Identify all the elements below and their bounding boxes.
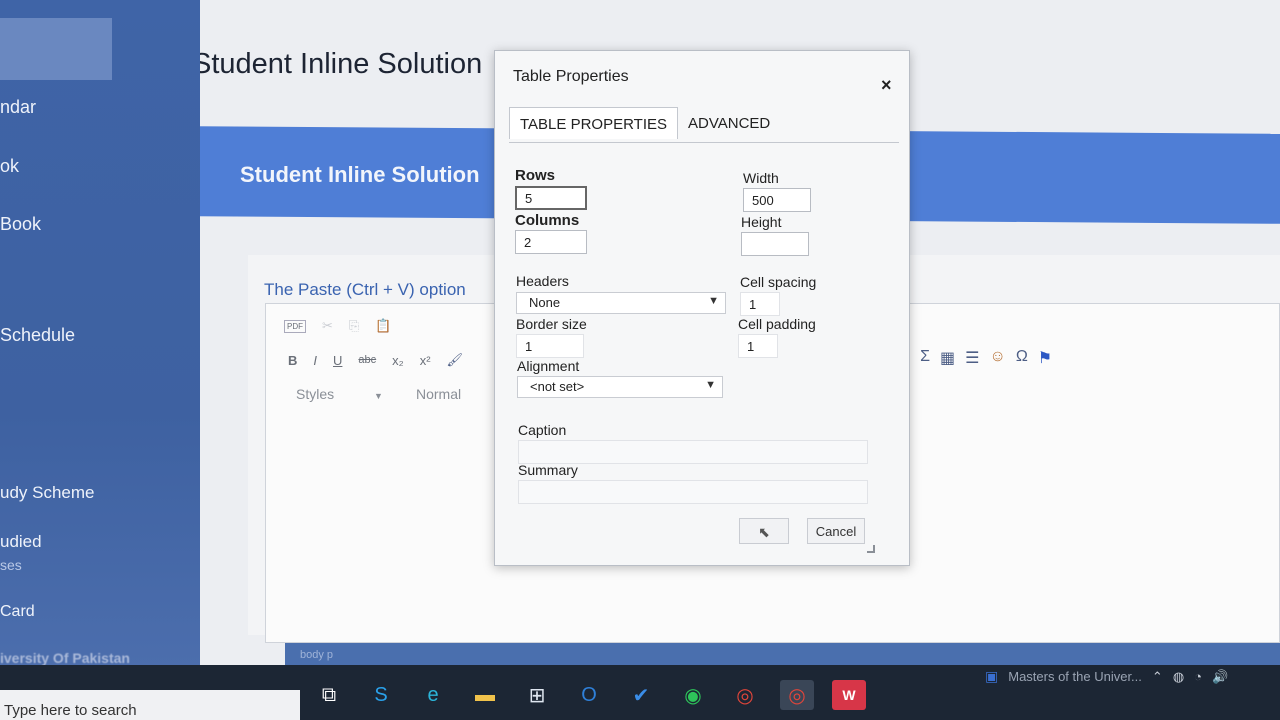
bold-button[interactable]: B <box>288 353 297 368</box>
taskbar-apps: ⧉ S e ▬ ⊞ O ✔ ◉ ◎ ◎ W <box>312 680 866 710</box>
file-explorer-icon[interactable]: ▬ <box>468 680 502 710</box>
store-icon[interactable]: ⊞ <box>520 680 554 710</box>
sigma-icon[interactable]: Σ <box>920 348 930 368</box>
table-properties-dialog: Table Properties × TABLE PROPERTIES ADVA… <box>494 50 910 566</box>
dialog-tabs: TABLE PROPERTIES ADVANCED <box>509 107 780 139</box>
chevron-down-icon: ▼ <box>374 391 383 401</box>
superscript-button[interactable]: x² <box>420 353 431 368</box>
sidebar-active-block[interactable] <box>0 18 112 80</box>
pdf-icon[interactable]: PDF <box>284 319 306 333</box>
outlook-icon[interactable]: O <box>572 680 606 710</box>
skype-icon[interactable]: S <box>364 680 398 710</box>
editor-toolbar-format: B I U abc x₂ x² 🖌 <box>288 352 463 368</box>
tab-table-properties[interactable]: TABLE PROPERTIES <box>509 107 678 139</box>
active-window-label[interactable]: Masters of the Univer... <box>1008 669 1142 684</box>
summary-label: Summary <box>518 462 578 478</box>
subscript-button[interactable]: x₂ <box>392 353 404 368</box>
rows-input[interactable] <box>515 186 587 210</box>
table-icon[interactable]: ▦ <box>940 348 955 368</box>
paste-note: The Paste (Ctrl + V) option <box>264 280 466 299</box>
cut-icon[interactable]: ✂ <box>322 318 333 334</box>
sidebar-footer: iversity Of Pakistan <box>0 650 130 666</box>
rows-label: Rows <box>515 167 556 184</box>
window-icon: ▣ <box>985 668 999 684</box>
columns-input[interactable] <box>515 230 587 254</box>
chrome-active-icon[interactable]: ◎ <box>780 680 814 710</box>
sidebar-item-schedule[interactable]: Schedule <box>0 325 75 346</box>
mouse-cursor-icon: ⬉ <box>758 524 770 540</box>
sidebar-item-studied-courses[interactable]: udied <box>0 532 42 552</box>
columns-label: Columns <box>515 212 580 229</box>
editor-toolbar-top: PDF ✂ ⎘ 📋 <box>284 318 392 334</box>
cell-spacing-input[interactable] <box>740 292 780 316</box>
cell-spacing-label: Cell spacing <box>740 274 817 290</box>
styles-dropdown[interactable]: Styles ▼ <box>296 386 383 402</box>
edge-icon[interactable]: e <box>416 680 450 710</box>
wifi-icon[interactable]: ◔ <box>1194 669 1202 684</box>
sidebar-item-studied-courses-sub: ses <box>0 557 22 573</box>
spotify-icon[interactable]: ◉ <box>676 680 710 710</box>
editor-status-bar: body p <box>285 643 1280 667</box>
dialog-title: Table Properties <box>513 68 629 85</box>
horizontal-line-icon[interactable]: ☰ <box>965 348 979 368</box>
todo-icon[interactable]: ✔ <box>624 680 658 710</box>
headers-select[interactable]: None ▼ <box>516 292 726 314</box>
smiley-icon[interactable]: ☺ <box>989 348 1005 368</box>
sidebar-item-study-scheme[interactable]: udy Scheme <box>0 483 95 503</box>
banner-title: Student Inline Solution <box>240 162 480 187</box>
page-title: Student Inline Solution <box>192 48 483 80</box>
volume-icon[interactable]: 🔊 <box>1212 669 1228 685</box>
ok-button[interactable]: ⬉ <box>739 518 789 544</box>
taskbar-right: ▣ Masters of the Univer... ⌃ ◍ ◔ 🔊 <box>985 668 1228 685</box>
cell-padding-input[interactable] <box>738 334 778 358</box>
omega-icon[interactable]: Ω <box>1016 348 1028 368</box>
cancel-button[interactable]: Cancel <box>807 518 865 544</box>
copy-icon[interactable]: ⎘ <box>349 318 359 334</box>
alignment-select[interactable]: <not set> ▼ <box>517 376 723 398</box>
element-path: body p <box>300 649 334 661</box>
tab-advanced[interactable]: ADVANCED <box>678 107 780 139</box>
sidebar: ndar ok Book Schedule udy Scheme udied s… <box>0 0 200 690</box>
brush-icon[interactable]: 🖌 <box>447 352 464 368</box>
paste-icon[interactable]: 📋 <box>375 318 391 334</box>
taskbar-search-input[interactable]: Type here to search <box>0 690 300 720</box>
sidebar-item-book[interactable]: ok <box>0 156 19 177</box>
underline-button[interactable]: U <box>333 353 342 368</box>
wps-icon[interactable]: W <box>832 680 866 710</box>
chevron-up-icon[interactable]: ⌃ <box>1152 669 1163 685</box>
border-size-label: Border size <box>516 316 587 332</box>
styles-dropdown-label: Styles <box>296 386 335 402</box>
tab-divider <box>509 142 899 143</box>
cell-padding-label: Cell padding <box>738 316 816 332</box>
height-label: Height <box>741 214 782 230</box>
format-dropdown[interactable]: Normal <box>416 386 461 402</box>
height-input[interactable] <box>741 232 809 256</box>
chevron-down-icon: ▼ <box>705 379 716 391</box>
headers-label: Headers <box>516 273 569 289</box>
editor-toolbar-right: ▣ Σ ▦ ☰ ☺ Ω ⚑ <box>895 348 1052 368</box>
task-view-icon[interactable]: ⧉ <box>312 680 346 710</box>
chrome-icon[interactable]: ◎ <box>728 680 762 710</box>
width-input[interactable] <box>743 188 811 212</box>
caption-label: Caption <box>518 422 567 438</box>
width-label: Width <box>743 170 779 186</box>
network-icon[interactable]: ◍ <box>1173 669 1184 685</box>
chevron-down-icon: ▼ <box>708 295 719 307</box>
strikethrough-button[interactable]: abc <box>358 354 376 366</box>
border-size-input[interactable] <box>516 334 584 358</box>
resize-handle[interactable] <box>867 545 875 553</box>
flag-icon[interactable]: ⚑ <box>1038 348 1052 368</box>
close-icon[interactable]: × <box>881 75 892 96</box>
summary-input[interactable] <box>518 480 868 504</box>
sidebar-item-card[interactable]: Card <box>0 603 35 621</box>
caption-input[interactable] <box>518 440 868 464</box>
sidebar-item-calendar[interactable]: ndar <box>0 97 36 118</box>
sidebar-item-gradebook[interactable]: Book <box>0 214 41 235</box>
alignment-select-value: <not set> <box>530 379 585 394</box>
alignment-label: Alignment <box>517 358 580 374</box>
headers-select-value: None <box>529 295 561 310</box>
italic-button[interactable]: I <box>313 353 317 368</box>
